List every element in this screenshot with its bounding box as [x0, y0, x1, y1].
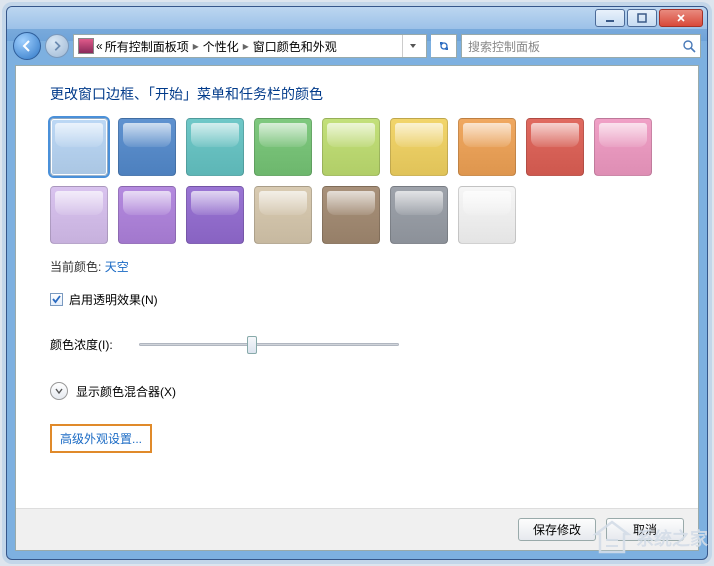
color-swatch-pink[interactable]	[594, 118, 652, 176]
address-dropdown[interactable]	[402, 35, 422, 57]
color-swatch-grid	[50, 118, 670, 244]
transparency-checkbox[interactable]	[50, 293, 63, 306]
color-swatch-violet[interactable]	[186, 186, 244, 244]
address-bar[interactable]: « 所有控制面板项 ▸ 个性化 ▸ 窗口颜色和外观	[73, 34, 427, 58]
color-swatch-red[interactable]	[526, 118, 584, 176]
slider-thumb[interactable]	[247, 336, 257, 354]
intensity-row: 颜色浓度(I):	[50, 334, 670, 354]
color-swatch-yellow[interactable]	[390, 118, 448, 176]
transparency-row: 启用透明效果(N)	[50, 291, 670, 308]
control-panel-icon	[78, 38, 94, 54]
footer: 保存修改 取消	[16, 508, 698, 550]
save-button[interactable]: 保存修改	[518, 518, 596, 541]
close-button[interactable]	[659, 9, 703, 27]
color-swatch-gray[interactable]	[390, 186, 448, 244]
search-input[interactable]: 搜索控制面板	[461, 34, 701, 58]
chevron-down-icon	[50, 382, 68, 400]
color-swatch-teal[interactable]	[186, 118, 244, 176]
current-color-label: 当前颜色:	[50, 260, 101, 274]
breadcrumb-item[interactable]: 所有控制面板项	[105, 38, 189, 55]
intensity-slider[interactable]	[139, 334, 399, 354]
color-swatch-white[interactable]	[458, 186, 516, 244]
slider-track	[139, 343, 399, 346]
maximize-button[interactable]	[627, 9, 657, 27]
color-swatch-lavender[interactable]	[50, 186, 108, 244]
advanced-link-highlight: 高级外观设置...	[50, 424, 152, 453]
content: 更改窗口边框、「开始」菜单和任务栏的颜色 当前颜色: 天空 启用透明效果(N) …	[16, 66, 698, 508]
color-swatch-lime[interactable]	[322, 118, 380, 176]
breadcrumb-item[interactable]: 窗口颜色和外观	[253, 38, 337, 55]
current-color-value: 天空	[105, 260, 129, 274]
intensity-label: 颜色浓度(I):	[50, 336, 113, 353]
breadcrumb-item[interactable]: 个性化	[203, 38, 239, 55]
content-pane: 更改窗口边框、「开始」菜单和任务栏的颜色 当前颜色: 天空 启用透明效果(N) …	[15, 65, 699, 551]
nav-back-button[interactable]	[13, 32, 41, 60]
search-placeholder: 搜索控制面板	[468, 38, 540, 55]
color-swatch-tan[interactable]	[254, 186, 312, 244]
navbar: « 所有控制面板项 ▸ 个性化 ▸ 窗口颜色和外观 搜索控制面板	[7, 29, 707, 63]
color-swatch-sky[interactable]	[50, 118, 108, 176]
breadcrumb-separator: ▸	[193, 39, 199, 53]
cancel-button[interactable]: 取消	[606, 518, 684, 541]
transparency-label: 启用透明效果(N)	[69, 291, 158, 308]
color-swatch-blue[interactable]	[118, 118, 176, 176]
titlebar	[7, 7, 707, 29]
window-controls	[595, 9, 703, 27]
color-swatch-green[interactable]	[254, 118, 312, 176]
search-icon	[682, 39, 696, 56]
color-mixer-expander[interactable]: 显示颜色混合器(X)	[50, 382, 670, 400]
page-heading: 更改窗口边框、「开始」菜单和任务栏的颜色	[50, 84, 670, 104]
breadcrumb-separator: ▸	[243, 39, 249, 53]
color-swatch-purple[interactable]	[118, 186, 176, 244]
current-color-row: 当前颜色: 天空	[50, 258, 670, 275]
color-swatch-orange[interactable]	[458, 118, 516, 176]
mixer-label: 显示颜色混合器(X)	[76, 383, 176, 400]
nav-forward-button[interactable]	[45, 34, 69, 58]
minimize-button[interactable]	[595, 9, 625, 27]
color-swatch-taupe[interactable]	[322, 186, 380, 244]
window-frame: « 所有控制面板项 ▸ 个性化 ▸ 窗口颜色和外观 搜索控制面板 更改窗口边框、…	[6, 6, 708, 560]
refresh-button[interactable]	[431, 34, 457, 58]
advanced-appearance-link[interactable]: 高级外观设置...	[60, 432, 142, 446]
breadcrumb-prefix: «	[96, 39, 103, 53]
